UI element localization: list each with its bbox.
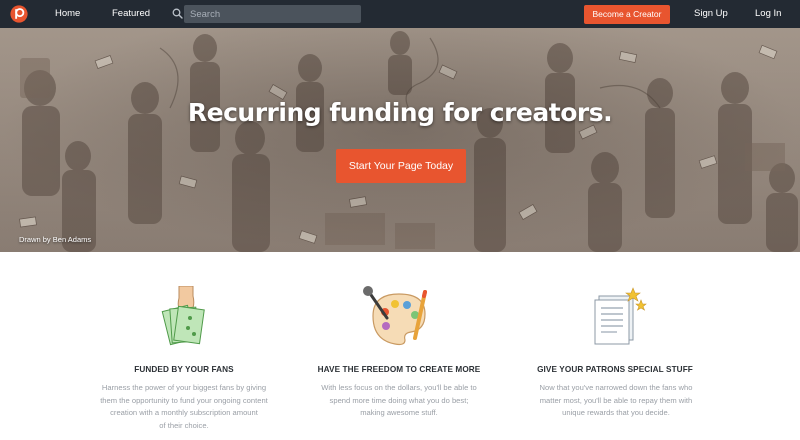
- hero-overlay: [0, 28, 800, 252]
- become-creator-button[interactable]: Become a Creator: [584, 5, 670, 24]
- feature-special-stuff: GIVE YOUR PATRONS SPECIAL STUFF Now that…: [495, 252, 735, 440]
- top-navbar: Home Featured Become a Creator Sign Up L…: [0, 0, 800, 28]
- feature-desc-line: With less focus on the dollars, you'll b…: [321, 383, 477, 392]
- start-page-button[interactable]: Start Your Page Today: [336, 149, 466, 183]
- palette-microphone-icon: [363, 286, 427, 346]
- feature-funded-by-fans: FUNDED BY YOUR FANS Harness the power of…: [64, 252, 304, 440]
- feature-description: Harness the power of your biggest fans b…: [89, 382, 279, 432]
- feature-title: FUNDED BY YOUR FANS: [134, 365, 234, 374]
- nav-login-link[interactable]: Log In: [755, 8, 781, 20]
- feature-desc-line: creation with a monthly subscription amo…: [110, 408, 258, 417]
- feature-description: Now that you've narrowed down the fans w…: [519, 382, 713, 420]
- nav-home-link[interactable]: Home: [55, 8, 80, 20]
- feature-desc-line: them the opportunity to fund your ongoin…: [100, 395, 268, 405]
- feature-title: GIVE YOUR PATRONS SPECIAL STUFF: [537, 365, 693, 374]
- feature-desc-line: unique rewards that you decide.: [562, 408, 670, 417]
- feature-desc-line: spend more time doing what you do best;: [329, 395, 469, 405]
- search-input[interactable]: [184, 5, 361, 23]
- credit-artist-link[interactable]: Ben Adams: [53, 235, 91, 244]
- feature-desc-line: making awesome stuff.: [360, 408, 438, 417]
- nav-featured-link[interactable]: Featured: [112, 8, 150, 20]
- feature-desc-line: of their choice.: [159, 420, 209, 430]
- feature-freedom-to-create: HAVE THE FREEDOM TO CREATE MORE With les…: [279, 252, 519, 440]
- patreon-logo-icon[interactable]: [10, 5, 28, 23]
- nav-signup-link[interactable]: Sign Up: [694, 8, 728, 20]
- credit-prefix: Drawn by: [19, 235, 51, 244]
- feature-desc-line: matter most, you'll be able to repay the…: [539, 395, 693, 405]
- money-hand-icon: [161, 286, 205, 346]
- illustration-credit: Drawn by Ben Adams: [19, 235, 91, 244]
- search-icon: [172, 8, 183, 19]
- feature-description: With less focus on the dollars, you'll b…: [307, 382, 491, 420]
- hero-title: Recurring funding for creators.: [187, 98, 613, 127]
- hero-banner: Recurring funding for creators. Start Yo…: [0, 28, 800, 252]
- certificate-stars-icon: [594, 287, 647, 345]
- feature-desc-line: Harness the power of your biggest fans b…: [101, 383, 267, 392]
- feature-title: HAVE THE FREEDOM TO CREATE MORE: [317, 365, 481, 374]
- feature-desc-line: Now that you've narrowed down the fans w…: [539, 383, 693, 392]
